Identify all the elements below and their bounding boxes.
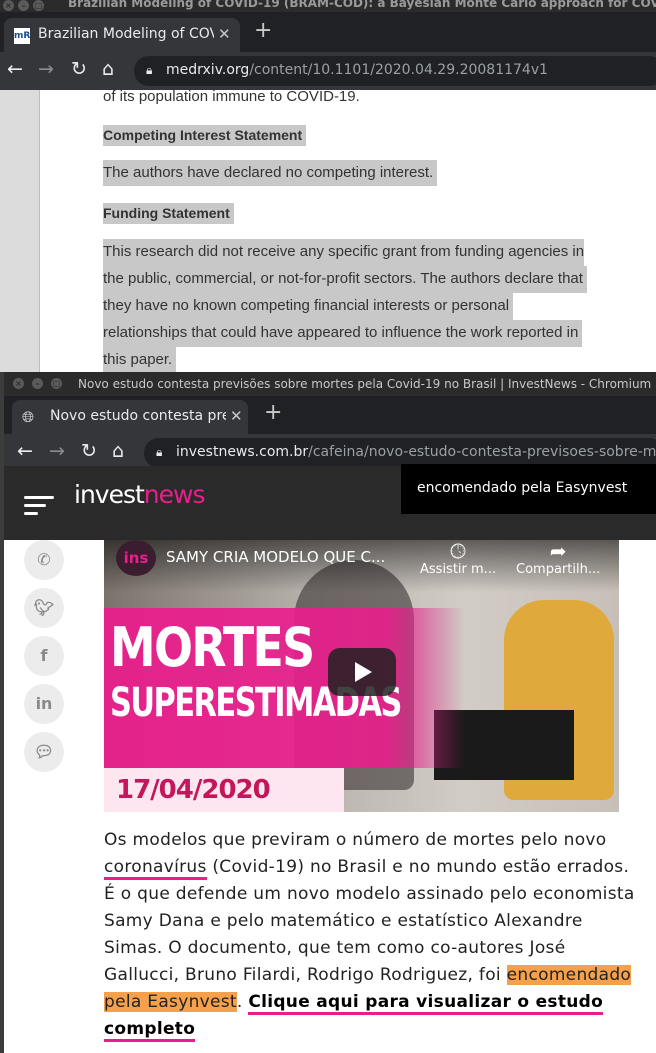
video-player[interactable]: MORTES SUPERESTIMADAS 17/04/2020 ins SAM…: [104, 540, 619, 812]
funding-line: This research did not receive any specif…: [103, 239, 585, 266]
page-left-margin: [0, 90, 40, 372]
globe-icon: 🌐︎: [22, 408, 35, 426]
funding-line: the public, commercial, or not-for-profi…: [103, 266, 587, 293]
video-date: 17/04/2020: [116, 775, 271, 805]
facebook-icon[interactable]: f: [24, 636, 64, 676]
reload-icon[interactable]: ↻: [71, 59, 87, 79]
article-text: Os modelos que previram o número de mort…: [104, 830, 607, 850]
home-icon[interactable]: ⌂: [112, 441, 124, 461]
back-icon[interactable]: ←: [7, 59, 23, 79]
window-titlebar: × – □ Brazilian Modeling of COVID-19 (BR…: [0, 0, 656, 12]
minimize-window-icon[interactable]: –: [18, 0, 29, 11]
tab-close-icon[interactable]: ✕: [230, 407, 243, 425]
whatsapp-icon[interactable]: ✆: [24, 540, 64, 580]
forward-icon[interactable]: →: [38, 59, 54, 79]
address-bar[interactable]: 🔒︎ medrxiv.org/content/10.1101/2020.04.2…: [134, 56, 656, 86]
close-window-icon[interactable]: ×: [3, 0, 14, 11]
window-title: Novo estudo contesta previsões sobre mor…: [78, 377, 652, 391]
close-window-icon[interactable]: ×: [13, 378, 24, 389]
home-icon[interactable]: ⌂: [102, 59, 114, 79]
browser-window-medrxiv: × – □ Brazilian Modeling of COVID-19 (BR…: [0, 0, 656, 372]
competing-interest-heading: Competing Interest Statement: [103, 125, 307, 146]
tab-strip: mR Brazilian Modeling of COV ✕ +: [0, 12, 656, 52]
forward-icon[interactable]: →: [49, 441, 65, 461]
video-headline: MORTES: [110, 616, 315, 679]
tab-label: Novo estudo contesta pre: [50, 408, 226, 424]
body-text-line: of its population immune to COVID-19.: [103, 88, 360, 105]
tab-label: Brazilian Modeling of COV: [38, 26, 214, 42]
coronavirus-link[interactable]: coronavírus: [104, 857, 207, 880]
share-icon: ➦: [549, 540, 567, 563]
url-text: medrxiv.org/content/10.1101/2020.04.29.2…: [166, 62, 549, 78]
comment-icon[interactable]: 💬︎: [24, 732, 64, 772]
funding-heading: Funding Statement: [103, 203, 234, 224]
article-body: Os modelos que previram o número de mort…: [104, 827, 644, 1043]
share-button[interactable]: ➦ Compartilh...: [516, 540, 600, 577]
reload-icon[interactable]: ↻: [81, 441, 97, 461]
tab-close-icon[interactable]: ✕: [218, 25, 231, 43]
tab-investnews[interactable]: 🌐︎ Novo estudo contesta pre ✕: [12, 400, 248, 434]
article-text: .: [236, 992, 249, 1012]
window-titlebar: × – □ Novo estudo contesta previsões sob…: [4, 372, 656, 396]
maximize-window-icon[interactable]: □: [51, 378, 62, 389]
funding-line: they have no known competing financial i…: [103, 293, 514, 320]
new-tab-icon[interactable]: +: [264, 400, 282, 425]
watch-later-button[interactable]: 🕓︎ Assistir m...: [420, 540, 496, 577]
funding-line: this paper.: [103, 347, 177, 372]
medrxiv-page: of its population immune to COVID-19. Co…: [0, 88, 656, 372]
play-button[interactable]: [328, 648, 396, 696]
funding-line: relationships that could have appeared t…: [103, 320, 583, 347]
maximize-window-icon[interactable]: □: [33, 0, 44, 11]
url-text: investnews.com.br/cafeina/novo-estudo-co…: [176, 444, 656, 460]
lock-icon: 🔒︎: [156, 445, 163, 459]
clock-icon: 🕓︎: [450, 540, 466, 563]
tab-medrxiv[interactable]: mR Brazilian Modeling of COV ✕: [4, 18, 240, 52]
investnews-logo[interactable]: investnews: [74, 480, 205, 509]
tab-strip: 🌐︎ Novo estudo contesta pre ✕ +: [4, 396, 656, 434]
minimize-window-icon[interactable]: –: [32, 378, 43, 389]
twitter-icon[interactable]: 🐦︎: [24, 588, 64, 628]
lock-icon: 🔒︎: [146, 63, 153, 77]
window-title: Brazilian Modeling of COVID-19 (BRAM-COD…: [68, 0, 656, 10]
new-tab-icon[interactable]: +: [254, 18, 272, 43]
menu-icon[interactable]: [24, 496, 54, 516]
back-icon[interactable]: ←: [17, 441, 33, 461]
channel-logo[interactable]: ins: [116, 540, 156, 576]
video-title[interactable]: SAMY CRIA MODELO QUE C...: [166, 548, 385, 566]
medrxiv-favicon-icon: mR: [14, 28, 30, 44]
competing-interest-text: The authors have declared no competing i…: [103, 160, 438, 186]
linkedin-icon[interactable]: in: [24, 684, 64, 724]
browser-window-investnews: × – □ Novo estudo contesta previsões sob…: [4, 372, 656, 1053]
tooltip: encomendado pela Easynvest: [401, 464, 656, 514]
cut-off-text-line: [4, 1048, 656, 1053]
browser-toolbar: ← → ↻ ⌂ 🔒︎ medrxiv.org/content/10.1101/2…: [0, 52, 656, 90]
